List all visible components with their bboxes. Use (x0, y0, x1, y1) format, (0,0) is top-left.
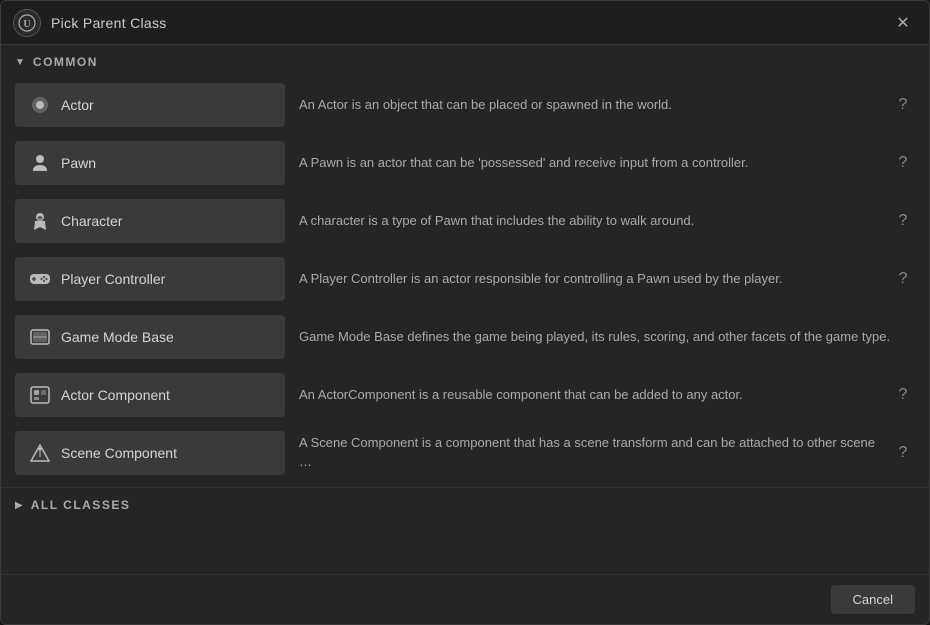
pawn-description: A Pawn is an actor that can be 'possesse… (299, 154, 877, 173)
actor-icon (29, 95, 51, 115)
game-mode-base-button[interactable]: Game Mode Base (15, 315, 285, 359)
actor-component-button[interactable]: Actor Component (15, 373, 285, 417)
player-controller-label: Player Controller (61, 271, 165, 287)
actor-component-help-button[interactable]: ? (891, 383, 915, 407)
pawn-icon (29, 153, 51, 173)
content-area: ▼ COMMON Actor An Actor is an object tha… (1, 45, 929, 574)
title-bar: U Pick Parent Class ✕ (1, 1, 929, 45)
character-description: A character is a type of Pawn that inclu… (299, 212, 877, 231)
scene-component-help-button[interactable]: ? (891, 441, 915, 465)
common-section-label: COMMON (33, 55, 98, 69)
player-controller-row: Player Controller A Player Controller is… (1, 251, 929, 307)
character-row: Character A character is a type of Pawn … (1, 193, 929, 249)
common-section-header[interactable]: ▼ COMMON (1, 45, 929, 77)
pawn-row: Pawn A Pawn is an actor that can be 'pos… (1, 135, 929, 191)
pick-parent-class-dialog: U Pick Parent Class ✕ ▼ COMMON Actor (0, 0, 930, 625)
actor-component-description: An ActorComponent is a reusable componen… (299, 386, 877, 405)
game-mode-base-row: Game Mode Base Game Mode Base defines th… (1, 309, 929, 365)
actor-row: Actor An Actor is an object that can be … (1, 77, 929, 133)
all-classes-section-label: ALL CLASSES (31, 498, 131, 512)
character-help-button[interactable]: ? (891, 209, 915, 233)
title-bar-left: U Pick Parent Class (13, 9, 167, 37)
character-label: Character (61, 213, 122, 229)
scene-component-icon (29, 444, 51, 462)
player-controller-icon (29, 271, 51, 287)
ue-logo: U (13, 9, 41, 37)
character-icon (29, 211, 51, 231)
pawn-help-button[interactable]: ? (891, 151, 915, 175)
player-controller-button[interactable]: Player Controller (15, 257, 285, 301)
player-controller-help-button[interactable]: ? (891, 267, 915, 291)
game-mode-base-label: Game Mode Base (61, 329, 174, 345)
game-mode-base-description: Game Mode Base defines the game being pl… (299, 328, 915, 347)
player-controller-description: A Player Controller is an actor responsi… (299, 270, 877, 289)
cancel-button[interactable]: Cancel (831, 585, 915, 614)
close-button[interactable]: ✕ (889, 9, 917, 37)
dialog-title: Pick Parent Class (51, 15, 167, 31)
svg-text:U: U (23, 19, 30, 30)
all-classes-section-header[interactable]: ▶ ALL CLASSES (1, 487, 929, 520)
pawn-button[interactable]: Pawn (15, 141, 285, 185)
actor-help-button[interactable]: ? (891, 93, 915, 117)
actor-description: An Actor is an object that can be placed… (299, 96, 877, 115)
actor-button[interactable]: Actor (15, 83, 285, 127)
scene-component-label: Scene Component (61, 445, 177, 461)
common-chevron: ▼ (15, 57, 25, 68)
actor-label: Actor (61, 97, 94, 113)
actor-component-icon (29, 386, 51, 404)
all-classes-chevron: ▶ (15, 500, 23, 511)
character-button[interactable]: Character (15, 199, 285, 243)
actor-component-label: Actor Component (61, 387, 170, 403)
scene-component-description: A Scene Component is a component that ha… (299, 434, 877, 472)
actor-component-row: Actor Component An ActorComponent is a r… (1, 367, 929, 423)
scene-component-row: Scene Component A Scene Component is a c… (1, 425, 929, 481)
pawn-label: Pawn (61, 155, 96, 171)
footer: Cancel (1, 574, 929, 624)
scene-component-button[interactable]: Scene Component (15, 431, 285, 475)
game-mode-base-icon (29, 329, 51, 345)
